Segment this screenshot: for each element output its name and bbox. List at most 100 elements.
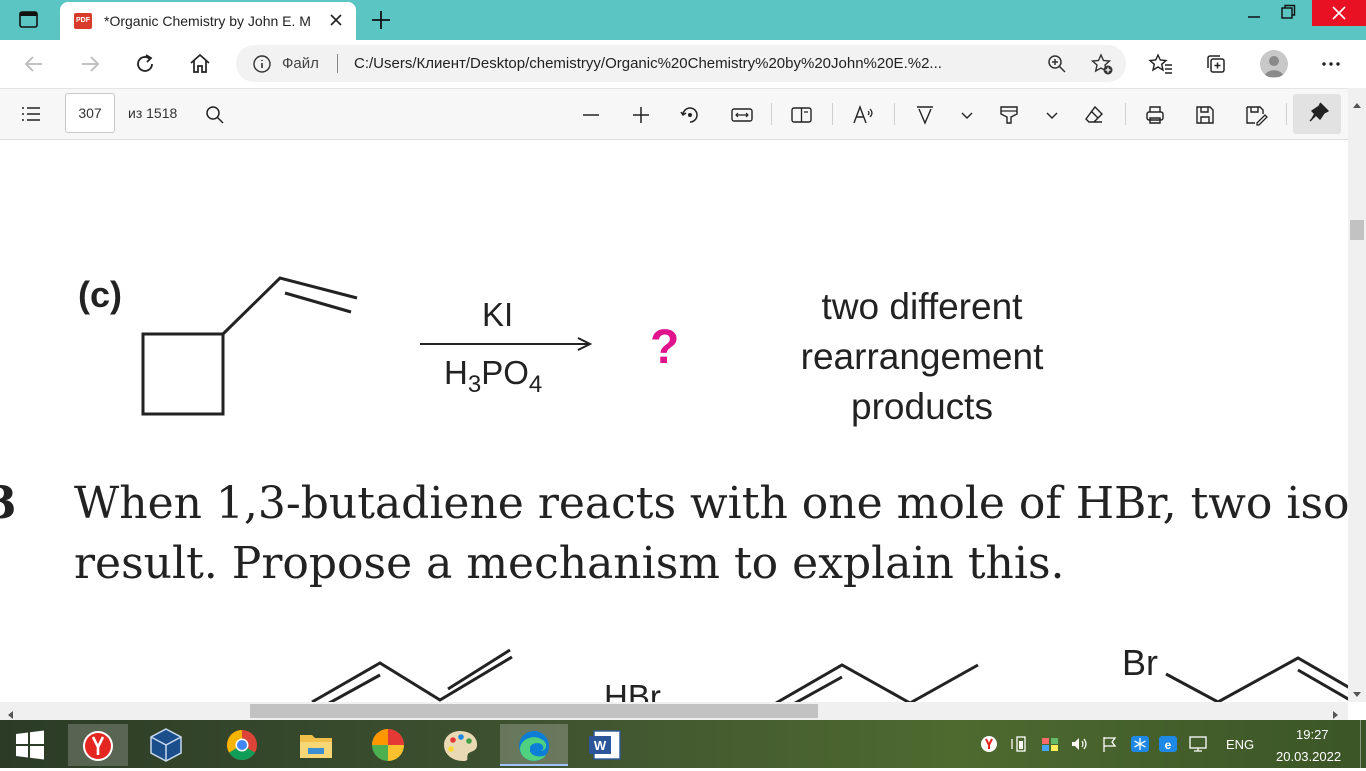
contents-icon[interactable] (20, 104, 42, 124)
minimize-icon[interactable] (1246, 8, 1262, 24)
zoom-out-icon[interactable] (580, 104, 602, 126)
reaction-arrow (420, 337, 593, 351)
toolbar-separator (771, 103, 772, 125)
browser-tab[interactable]: PDF *Organic Chemistry by John E. M (60, 2, 356, 40)
virtualbox-icon[interactable] (142, 724, 190, 766)
page-number-input[interactable]: 307 (65, 93, 115, 133)
tray-display-icon[interactable] (1188, 735, 1210, 753)
question-mark: ? (650, 321, 680, 374)
reagent-bottom: H3PO4 (444, 354, 542, 398)
refresh-icon[interactable] (133, 52, 157, 76)
product-line-3: products (851, 386, 993, 427)
chrome-icon[interactable] (218, 724, 266, 766)
vertical-scroll-thumb[interactable] (1350, 220, 1364, 240)
vinylcyclobutane-structure (141, 276, 358, 416)
vertical-scrollbar[interactable] (1348, 88, 1366, 702)
butadiene-structure (311, 648, 513, 702)
colorful-app-icon[interactable] (364, 724, 412, 766)
horizontal-scroll-thumb[interactable] (250, 704, 818, 718)
chevron-down-icon[interactable] (960, 109, 974, 121)
product-line-1: two different (821, 286, 1023, 327)
more-menu-icon[interactable] (1320, 54, 1342, 74)
url-divider (337, 54, 338, 73)
home-icon[interactable] (188, 52, 212, 76)
show-desktop-button[interactable] (1360, 720, 1366, 768)
search-icon[interactable] (204, 104, 226, 126)
zoom-in-icon[interactable] (630, 104, 652, 126)
toolbar-separator (894, 103, 895, 125)
word-icon[interactable]: W (582, 724, 630, 766)
read-aloud-icon[interactable] (852, 104, 878, 126)
favorites-icon[interactable] (1148, 52, 1174, 76)
tray-yandex-icon[interactable] (980, 735, 998, 753)
chevron-down-icon[interactable] (1045, 109, 1059, 121)
reagent-h: H (444, 354, 468, 391)
windows-start-icon[interactable] (6, 724, 54, 766)
tab-title: *Organic Chemistry by John E. M (104, 13, 311, 29)
reagent-sub-3: 3 (467, 371, 482, 398)
new-tab-icon[interactable] (370, 9, 392, 31)
pin-toolbar-button[interactable] (1293, 94, 1341, 134)
product-br-label: Br (1122, 642, 1158, 683)
page-view-icon[interactable] (790, 104, 814, 126)
reagent-top: KI (482, 296, 514, 333)
tray-network-icon[interactable] (1040, 735, 1060, 753)
save-as-icon[interactable] (1244, 104, 1268, 126)
problem-line-2: result. Propose a mechanism to explain t… (74, 538, 1065, 589)
part-label: (c) (78, 274, 122, 315)
yandex-browser-icon[interactable] (68, 724, 128, 766)
profile-avatar[interactable] (1260, 50, 1288, 78)
file-explorer-icon[interactable] (292, 724, 340, 766)
info-icon[interactable] (252, 54, 272, 74)
draw-icon[interactable] (914, 104, 936, 126)
product-line-2: rearrangement (800, 336, 1044, 377)
back-icon[interactable] (22, 52, 46, 76)
tray-snowflake-icon[interactable] (1130, 735, 1150, 753)
toolbar-separator (1286, 103, 1287, 125)
scroll-left-icon[interactable] (6, 707, 14, 719)
tray-battery-icon[interactable] (1010, 735, 1030, 753)
reagent-po: PO (481, 354, 529, 391)
highlight-icon[interactable] (998, 104, 1020, 126)
tab-actions-icon[interactable] (18, 10, 40, 30)
product-description: two different rearrangement products (770, 282, 1074, 432)
print-icon[interactable] (1144, 104, 1166, 126)
collections-icon[interactable] (1204, 52, 1228, 76)
clock-date[interactable]: 20.03.2022 (1276, 749, 1341, 764)
problem-number: 3 (0, 478, 17, 529)
language-indicator[interactable]: ENG (1226, 737, 1254, 752)
reagent-hbr: HBr (604, 678, 661, 702)
scroll-down-icon[interactable] (1352, 686, 1362, 697)
close-window-button[interactable] (1312, 0, 1366, 26)
product-2-structure (1165, 656, 1348, 702)
add-favorite-icon[interactable] (1090, 52, 1114, 76)
fit-width-icon[interactable] (730, 104, 754, 126)
zoom-icon[interactable] (1046, 53, 1068, 75)
save-icon[interactable] (1194, 104, 1216, 126)
tray-flag-icon[interactable] (1100, 735, 1120, 753)
address-bar[interactable]: Файл C:/Users/Клиент/Desktop/chemistryy/… (236, 45, 1126, 82)
forward-icon[interactable] (78, 52, 102, 76)
product-1-structure (775, 663, 979, 702)
clock-time[interactable]: 19:27 (1296, 727, 1329, 742)
svg-text:e: e (1165, 738, 1172, 752)
problem-line-1: When 1,3-butadiene reacts with one mole … (74, 478, 1348, 529)
scroll-up-icon[interactable] (1352, 96, 1362, 108)
edge-browser-icon[interactable] (500, 724, 568, 766)
pdf-icon: PDF (74, 13, 92, 29)
tray-edge-icon[interactable]: e (1158, 735, 1178, 753)
horizontal-scrollbar[interactable] (0, 702, 1348, 720)
file-label: Файл (282, 55, 319, 72)
scroll-right-icon[interactable] (1332, 707, 1340, 719)
reagent-sub-4: 4 (528, 371, 543, 398)
svg-text:W: W (594, 738, 607, 753)
tray-volume-icon[interactable] (1070, 735, 1090, 753)
close-tab-icon[interactable] (328, 12, 344, 28)
page-total: из 1518 (128, 105, 178, 121)
eraser-icon[interactable] (1083, 104, 1105, 126)
restore-icon[interactable] (1280, 4, 1296, 20)
toolbar-separator (832, 103, 833, 125)
paint-icon[interactable] (436, 724, 484, 766)
url-text[interactable]: C:/Users/Клиент/Desktop/chemistryy/Organ… (354, 55, 942, 72)
rotate-icon[interactable] (679, 104, 701, 126)
